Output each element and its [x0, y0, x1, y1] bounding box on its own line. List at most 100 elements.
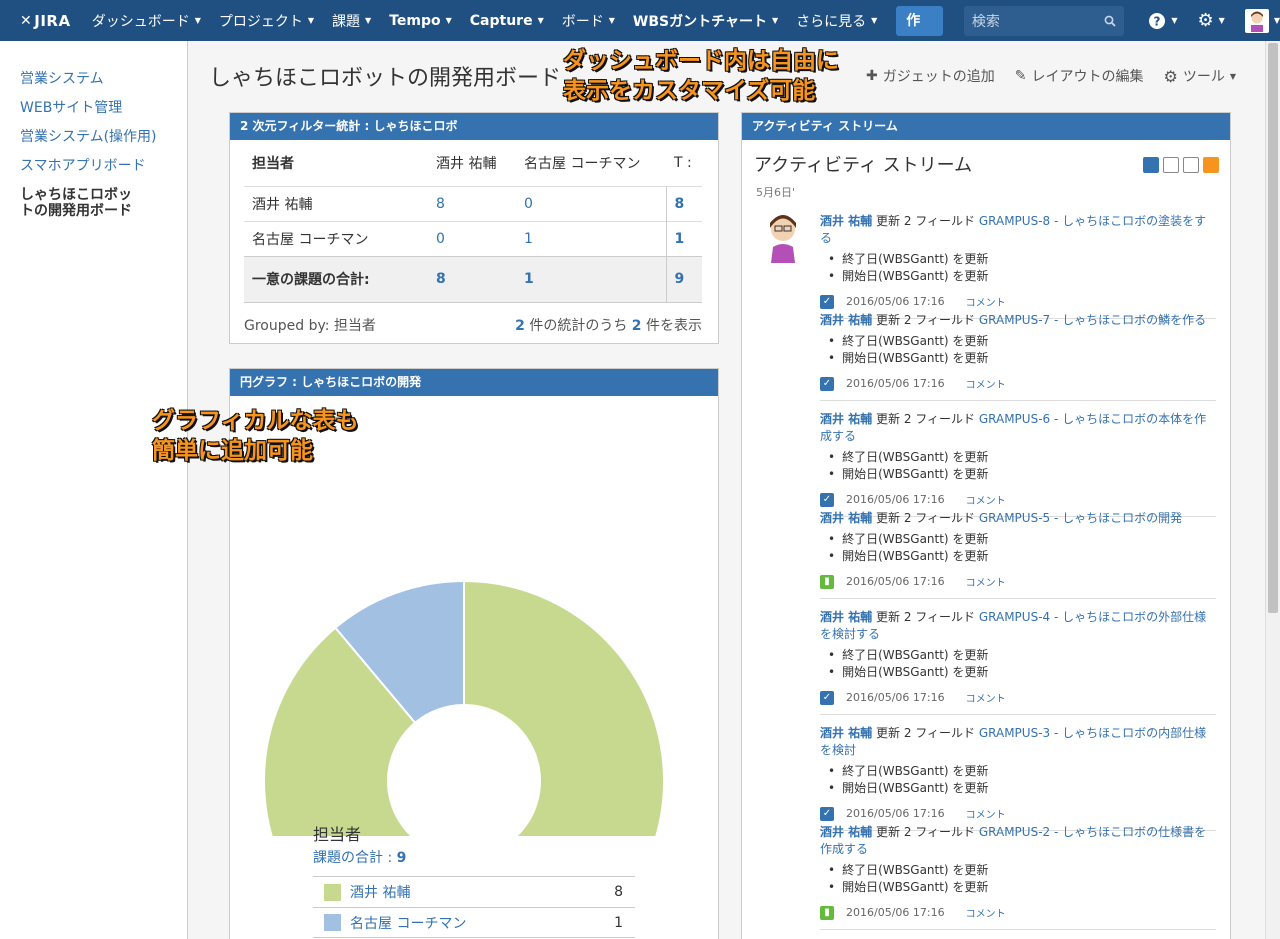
- legend-name[interactable]: 酒井 祐輔: [350, 882, 614, 902]
- activity-timestamp: 2016/05/06 17:16: [846, 807, 945, 820]
- nav-boards[interactable]: ボード ▼: [553, 0, 624, 41]
- chevron-down-icon: ▼: [871, 16, 878, 25]
- cell-link[interactable]: 8: [436, 196, 445, 212]
- cell-link[interactable]: 0: [436, 231, 445, 247]
- activity-meta: ▮ 2016/05/06 17:16 コメント: [820, 905, 1216, 920]
- row-name: 名古屋 コーチマン: [244, 220, 428, 256]
- dashboard-sidebar: 営業システム WEBサイト管理 営業システム(操作用) スマホアプリボード しゃ…: [0, 41, 188, 939]
- stats-gadget-header[interactable]: 2 次元フィルター統計 : しゃちほこロボ: [230, 113, 718, 140]
- callout-customize-line1: ダッシュボード内は自由に: [563, 48, 839, 74]
- task-checkbox-icon: ✓: [820, 294, 834, 309]
- comment-link[interactable]: コメント: [966, 294, 1006, 309]
- add-gadget-label: ガジェットの追加: [882, 69, 995, 85]
- user-menu[interactable]: ▼: [1244, 8, 1280, 33]
- add-gadget-button[interactable]: ✚ ガジェットの追加: [866, 66, 995, 86]
- comment-link[interactable]: コメント: [966, 492, 1006, 507]
- filter-icon[interactable]: [1183, 157, 1199, 173]
- activity-user-link[interactable]: 酒井 祐輔: [820, 412, 872, 426]
- stats-col-assignee: 担当者: [252, 155, 294, 172]
- activity-meta: ✓ 2016/05/06 17:16 コメント: [820, 492, 1216, 507]
- jira-logo-icon: ✕: [20, 12, 33, 29]
- nav-issues[interactable]: 課題 ▼: [323, 0, 380, 41]
- callout-graphical-line2: 簡単に追加可能: [152, 438, 313, 464]
- help-menu[interactable]: ? ▼: [1148, 12, 1178, 30]
- nav-wbs-gantt[interactable]: WBSガントチャート ▼: [624, 0, 787, 41]
- list-view-icon[interactable]: [1163, 157, 1179, 173]
- activity-change-item: 終了日(WBSGantt) を更新: [828, 763, 1216, 780]
- activity-action: 更新 2 フィールド: [872, 313, 979, 327]
- admin-menu[interactable]: ⚙ ▼: [1198, 10, 1225, 31]
- activity-change-item: 開始日(WBSGantt) を更新: [828, 780, 1216, 797]
- sidebar-item-web-site[interactable]: WEBサイト管理: [0, 94, 187, 123]
- activity-change-item: 開始日(WBSGantt) を更新: [828, 548, 1216, 565]
- divider: [820, 598, 1216, 599]
- legend-total-value: 9: [396, 850, 407, 866]
- activity-user-link[interactable]: 酒井 祐輔: [820, 214, 872, 228]
- nav-dashboards[interactable]: ダッシュボード ▼: [83, 0, 210, 41]
- legend-swatch: [324, 914, 341, 931]
- cell-link[interactable]: 0: [524, 196, 533, 212]
- activity-entry-line: 酒井 祐輔 更新 2 フィールド GRAMPUS-4 - しゃちほこロボの外部仕…: [820, 608, 1216, 642]
- callout-graphical: グラフィカルな表も 簡単に追加可能: [152, 406, 359, 466]
- user-avatar: [1244, 8, 1269, 33]
- pie-gadget-header[interactable]: 円グラフ : しゃちほこロボの開発: [230, 369, 718, 396]
- cell-link[interactable]: 1: [524, 231, 533, 247]
- search-input[interactable]: 検索: [963, 5, 1125, 36]
- nav-wbs-gantt-label: WBSガントチャート: [632, 13, 767, 30]
- legend-name[interactable]: 名古屋 コーチマン: [350, 913, 614, 933]
- activity-timestamp: 2016/05/06 17:16: [846, 377, 945, 390]
- tools-menu[interactable]: ⚙ ツール ▼: [1164, 66, 1237, 86]
- legend-title: 担当者: [313, 825, 362, 844]
- activity-issue-link[interactable]: GRAMPUS-7 - しゃちほこロボの鱗を作る: [979, 313, 1206, 327]
- sidebar-item-sales-system-ops[interactable]: 営業システム(操作用): [0, 123, 187, 152]
- comment-link[interactable]: コメント: [966, 905, 1006, 920]
- nav-more[interactable]: さらに見る ▼: [787, 0, 886, 41]
- activity-stream-header[interactable]: アクティビティ ストリーム: [742, 113, 1230, 140]
- help-icon: ?: [1149, 12, 1166, 29]
- cell-link[interactable]: 8: [436, 271, 446, 287]
- callout-customize: ダッシュボード内は自由に 表示をカスタマイズ可能: [563, 46, 839, 106]
- cell-link[interactable]: 8: [675, 196, 685, 212]
- legend-total[interactable]: 課題の合計 : 9: [313, 847, 406, 867]
- activity-user-link[interactable]: 酒井 祐輔: [820, 511, 872, 525]
- cell-link[interactable]: 1: [524, 271, 534, 287]
- activity-meta: ✓ 2016/05/06 17:16 コメント: [820, 294, 1216, 309]
- summary-text: 件の統計のうち: [524, 318, 632, 334]
- activity-user-link[interactable]: 酒井 祐輔: [820, 825, 872, 839]
- legend-row: 酒井 祐輔 8: [313, 876, 635, 907]
- sidebar-item-shachihoko-robot[interactable]: しゃちほこロボットの開発用ボード: [0, 181, 160, 219]
- comment-link[interactable]: コメント: [966, 376, 1006, 391]
- page-scrollbar[interactable]: [1265, 41, 1280, 939]
- nav-projects[interactable]: プロジェクト ▼: [210, 0, 323, 41]
- activity-issue-link[interactable]: GRAMPUS-5 - しゃちほこロボの開発: [979, 511, 1182, 525]
- jira-logo[interactable]: ✕ JIRA: [0, 12, 83, 30]
- activity-user-link[interactable]: 酒井 祐輔: [820, 726, 872, 740]
- activity-action: 更新 2 フィールド: [872, 610, 979, 624]
- comment-link[interactable]: コメント: [966, 690, 1006, 705]
- cell-link[interactable]: 1: [675, 231, 685, 247]
- grouped-by-label: Grouped by: 担当者: [244, 318, 376, 334]
- nav-tempo[interactable]: Tempo ▼: [380, 0, 461, 41]
- sidebar-item-smartphone-app[interactable]: スマホアプリボード: [0, 152, 187, 181]
- chevron-down-icon: ▼: [365, 16, 372, 25]
- edit-layout-button[interactable]: ✎ レイアウトの編集: [1015, 66, 1144, 86]
- nav-capture[interactable]: Capture ▼: [461, 0, 553, 41]
- activity-entry-line: 酒井 祐輔 更新 2 フィールド GRAMPUS-5 - しゃちほこロボの開発: [820, 509, 1216, 526]
- create-button[interactable]: 作成: [896, 5, 943, 59]
- cell: 0: [428, 220, 516, 256]
- user-avatar-icon[interactable]: [767, 213, 799, 263]
- chevron-down-icon: ▼: [771, 16, 779, 25]
- cell: 8: [428, 255, 516, 303]
- activity-user-link[interactable]: 酒井 祐輔: [820, 610, 872, 624]
- activity-entry-line: 酒井 祐輔 更新 2 フィールド GRAMPUS-3 - しゃちほこロボの内部仕…: [820, 724, 1216, 758]
- full-view-icon[interactable]: [1143, 157, 1159, 173]
- sidebar-item-sales-system[interactable]: 営業システム: [0, 65, 187, 94]
- cell-link[interactable]: 9: [675, 271, 685, 287]
- comment-link[interactable]: コメント: [966, 574, 1006, 589]
- activity-user-link[interactable]: 酒井 祐輔: [820, 313, 872, 327]
- comment-link[interactable]: コメント: [966, 806, 1006, 821]
- callout-graphical-line1: グラフィカルな表も: [152, 408, 359, 434]
- scrollbar-thumb[interactable]: [1268, 43, 1278, 613]
- rss-icon[interactable]: [1203, 157, 1219, 173]
- activity-change-item: 終了日(WBSGantt) を更新: [828, 449, 1216, 466]
